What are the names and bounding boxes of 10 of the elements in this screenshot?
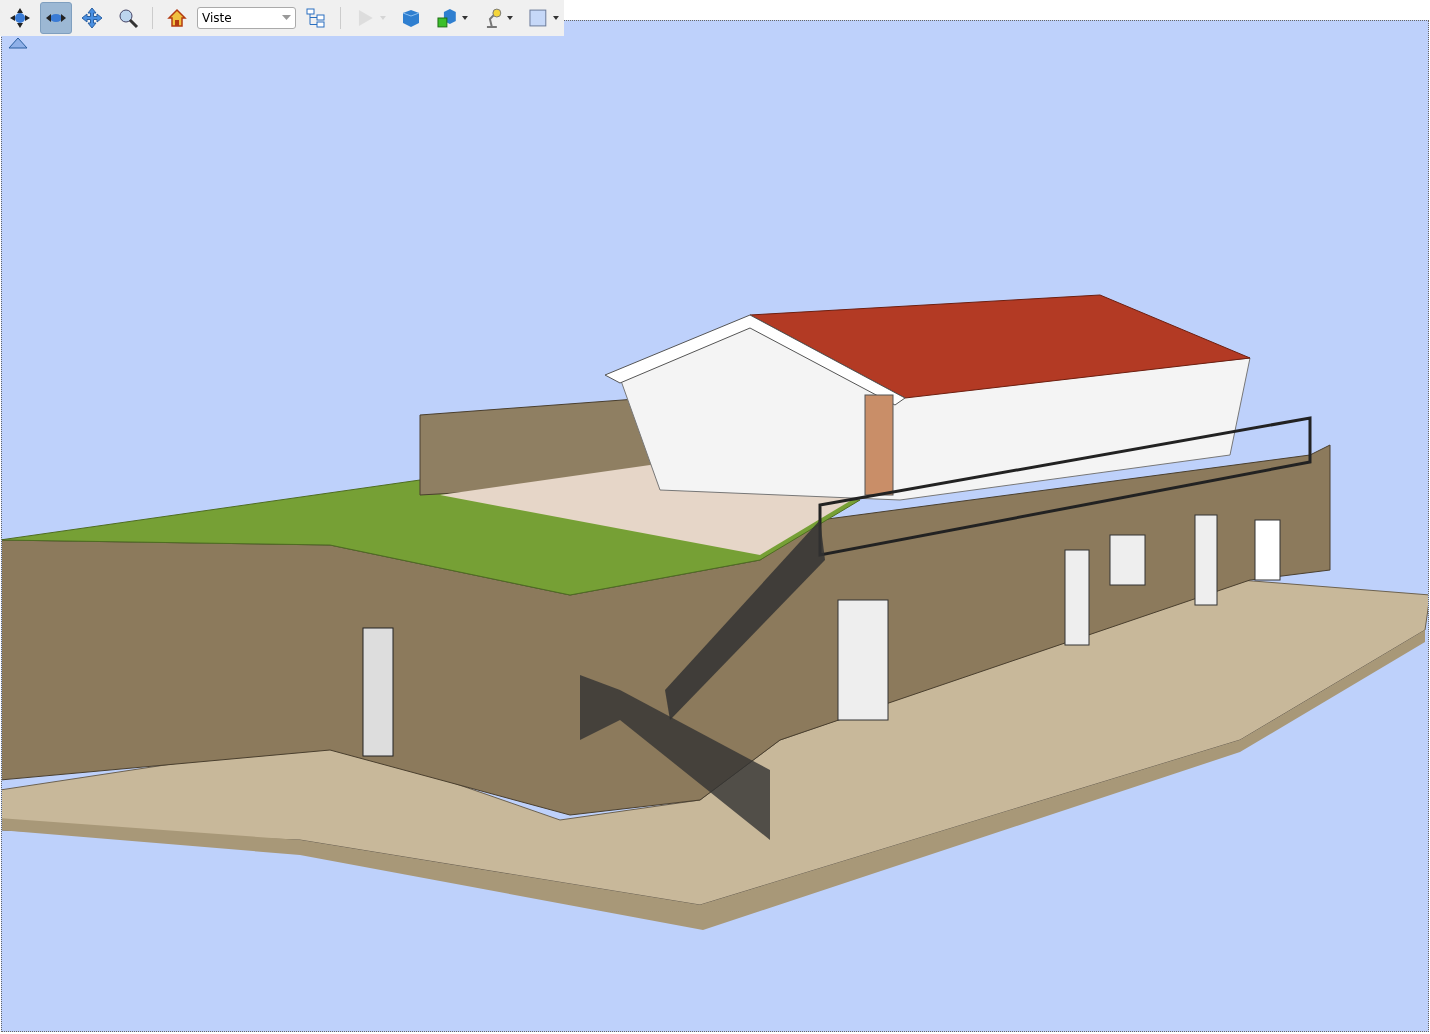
zoom-icon [117, 7, 139, 29]
tree-icon [305, 7, 328, 29]
triangle-icon[interactable] [8, 37, 28, 49]
cubes-icon [435, 7, 458, 29]
pan-icon [81, 7, 103, 29]
orbit-icon [9, 7, 31, 29]
view-dropdown[interactable]: Viste [197, 7, 297, 29]
home-icon [166, 7, 188, 29]
walk-button[interactable] [40, 2, 72, 34]
3d-viewport[interactable] [1, 20, 1429, 1032]
